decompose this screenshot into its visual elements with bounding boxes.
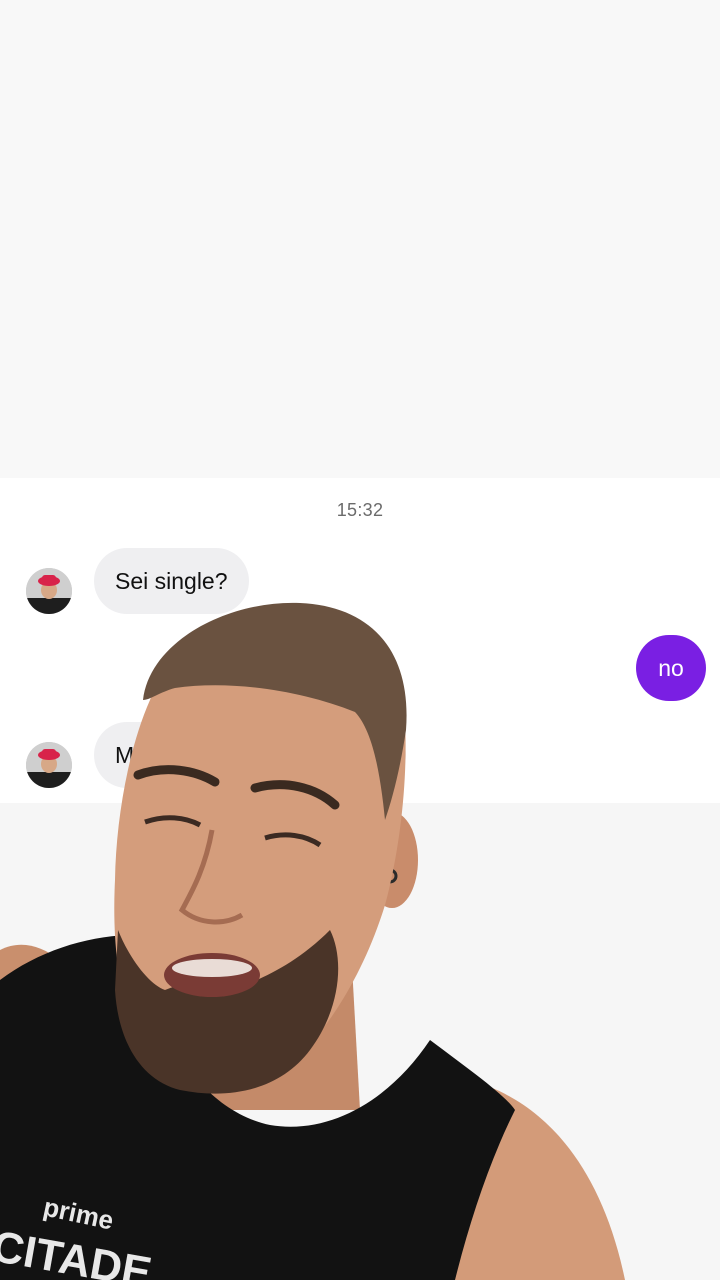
screen: 15:32 Sei single? no M prime CITADE	[0, 0, 720, 1280]
presenter-overlay: prime CITADE	[0, 602, 625, 1280]
